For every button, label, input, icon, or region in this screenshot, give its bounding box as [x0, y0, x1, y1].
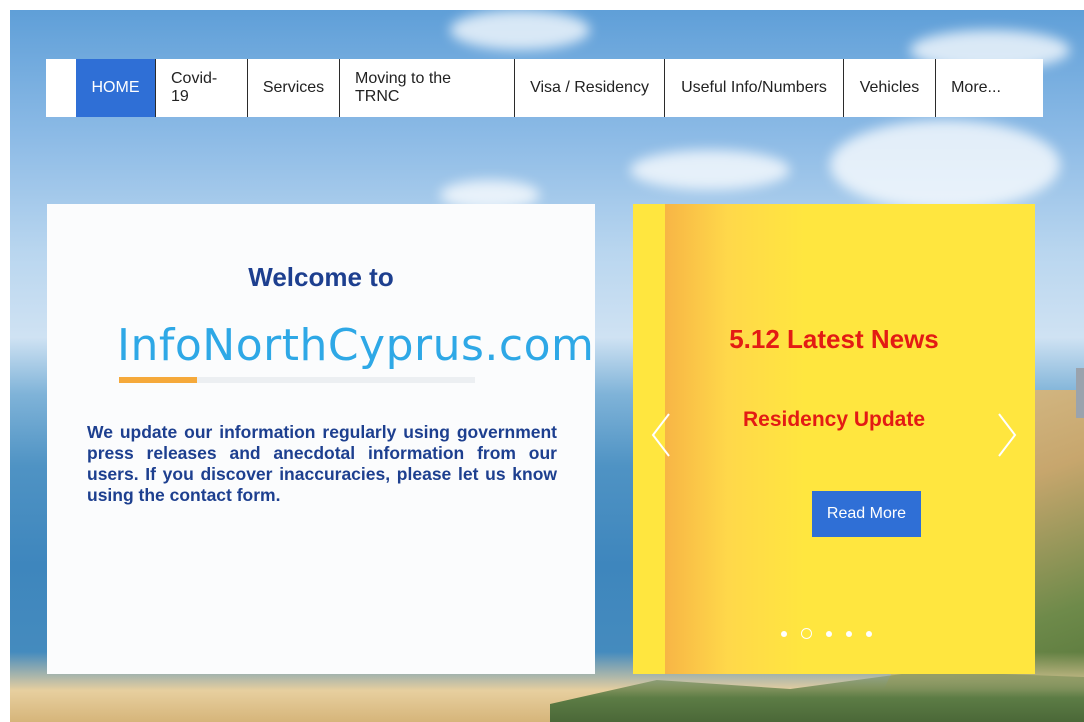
- slide-indicators: [781, 628, 872, 639]
- slide-dot[interactable]: [846, 630, 852, 637]
- nav-item-useful-info[interactable]: Useful Info/Numbers: [665, 59, 844, 117]
- chevron-left-icon[interactable]: [647, 410, 675, 460]
- welcome-heading: Welcome to: [248, 262, 394, 292]
- slide-dot[interactable]: [826, 630, 832, 637]
- brand-underline: [119, 377, 475, 383]
- nav-item-more[interactable]: More...: [936, 59, 1016, 117]
- nav-item-home[interactable]: HOME: [76, 59, 156, 117]
- cloud: [450, 10, 590, 50]
- cloud: [630, 150, 790, 190]
- welcome-panel: Welcome to InfoNorthCyprus.com We update…: [47, 204, 595, 674]
- nav-item-visa[interactable]: Visa / Residency: [515, 59, 665, 117]
- site-brand: InfoNorthCyprus.com: [117, 320, 595, 371]
- chevron-right-icon[interactable]: [993, 410, 1021, 460]
- main-nav: HOME Covid-19 Services Moving to the TRN…: [46, 59, 1043, 117]
- slide-dot-active[interactable]: [801, 628, 812, 639]
- nav-item-covid[interactable]: Covid-19: [156, 59, 248, 117]
- welcome-text: We update our information regularly usin…: [87, 422, 557, 505]
- nav-item-services[interactable]: Services: [248, 59, 340, 117]
- slide-dot[interactable]: [781, 630, 787, 637]
- side-tab[interactable]: [1076, 368, 1084, 418]
- news-slideshow: 5.12 Latest News Residency Update Read M…: [633, 204, 1035, 674]
- read-more-button[interactable]: Read More: [812, 491, 921, 537]
- news-subtitle: Residency Update: [742, 408, 926, 431]
- nav-item-vehicles[interactable]: Vehicles: [844, 59, 936, 117]
- slide-dot[interactable]: [866, 630, 872, 637]
- news-title: 5.12 Latest News: [729, 324, 939, 354]
- cloud: [830, 120, 1060, 210]
- nav-item-moving[interactable]: Moving to the TRNC: [340, 59, 515, 117]
